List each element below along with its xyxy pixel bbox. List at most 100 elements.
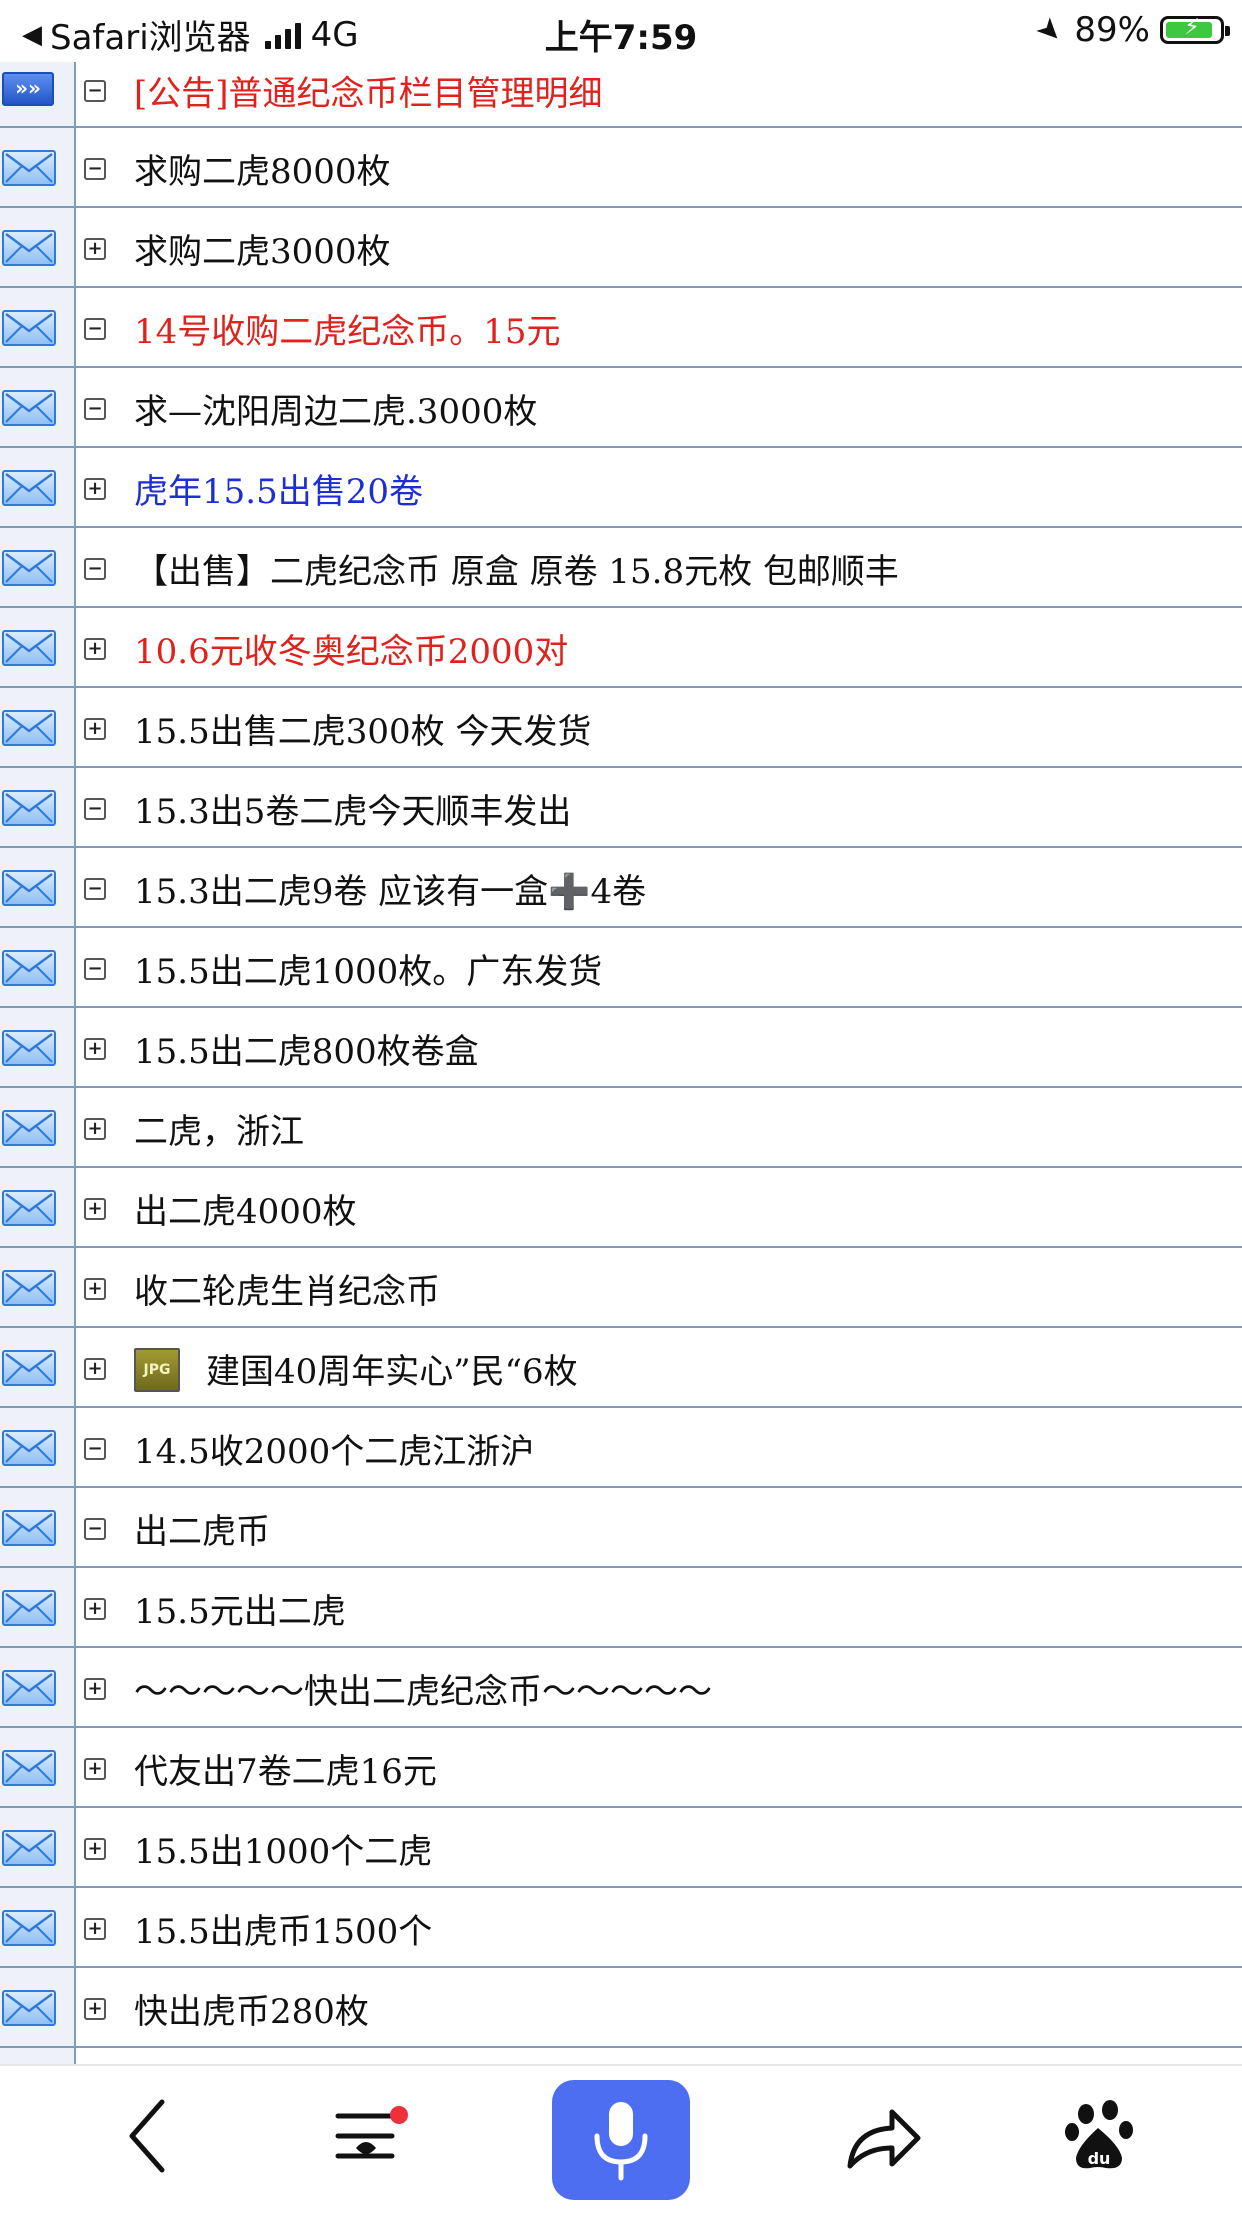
mail-icon	[2, 1430, 56, 1466]
thread-row[interactable]: − 求购二虎8000枚	[0, 128, 1242, 208]
thread-row[interactable]: − 14.5收2000个二虎江浙沪	[0, 1408, 1242, 1488]
baidu-paw-icon: du	[1065, 2100, 1133, 2169]
expand-icon[interactable]: +	[84, 1358, 106, 1380]
thread-row[interactable]: − 15.3出二虎9卷 应该有一盒➕4卷	[0, 848, 1242, 928]
announcement-title[interactable]: [公告]普通纪念币栏目管理明细	[134, 66, 603, 115]
thread-title[interactable]: 出二虎币	[134, 1504, 270, 1553]
thread-title[interactable]: 15.5元出二虎	[134, 1584, 346, 1633]
thread-title[interactable]: 二虎，浙江	[134, 1104, 304, 1153]
mail-icon	[2, 390, 56, 426]
thread-title[interactable]: ～～～～～快出二虎纪念币～～～～～	[134, 1664, 712, 1713]
mail-icon	[2, 1990, 56, 2026]
mail-icon	[2, 1510, 56, 1546]
thread-title[interactable]: 求购二虎8000枚	[134, 144, 391, 193]
share-button[interactable]	[830, 2066, 930, 2210]
notification-dot	[390, 2106, 408, 2124]
thread-row[interactable]: + 虎年15.5出售20卷	[0, 448, 1242, 528]
expand-icon[interactable]: +	[84, 238, 106, 260]
collapse-icon[interactable]: −	[84, 80, 106, 102]
mail-icon	[2, 1590, 56, 1626]
thread-title[interactable]: 出二虎4000枚	[134, 1184, 357, 1233]
thread-row[interactable]: + 代友出7卷二虎16元	[0, 1728, 1242, 1808]
thread-row[interactable]: − 【出售】二虎纪念币 原盒 原卷 15.8元枚 包邮顺丰	[0, 528, 1242, 608]
thread-row[interactable]: + ～～～～～快出二虎纪念币～～～～～	[0, 1648, 1242, 1728]
collapse-icon[interactable]: −	[84, 558, 106, 580]
collapse-icon[interactable]: −	[84, 878, 106, 900]
collapse-icon[interactable]: −	[84, 1518, 106, 1540]
thread-row[interactable]: +15.5出售二虎300枚 今天发货	[0, 688, 1242, 768]
thread-title[interactable]: 15.5出1000个二虎	[134, 1824, 432, 1873]
thread-title[interactable]: 15.5出售二虎300枚 今天发货	[134, 704, 591, 753]
thread-row[interactable]: + 收二轮虎生肖纪念币	[0, 1248, 1242, 1328]
thread-row[interactable]: +15.5出1000个二虎	[0, 1808, 1242, 1888]
expand-icon[interactable]: +	[84, 718, 106, 740]
thread-row[interactable]: + JPG 建国40周年实心”民“6枚	[0, 1328, 1242, 1408]
baidu-button[interactable]: du	[1050, 2066, 1150, 2210]
collapse-icon[interactable]: −	[84, 958, 106, 980]
expand-more-icon[interactable]: »»	[2, 72, 54, 106]
thread-title[interactable]: 收二轮虎生肖纪念币	[134, 1264, 440, 1313]
expand-icon[interactable]: +	[84, 1678, 106, 1700]
expand-icon[interactable]: +	[84, 638, 106, 660]
thread-row[interactable]: + 二虎，浙江	[0, 1088, 1242, 1168]
jpg-attachment-icon: JPG	[134, 1348, 180, 1392]
menu-button[interactable]	[320, 2066, 420, 2210]
collapse-icon[interactable]: −	[84, 158, 106, 180]
thread-title[interactable]: 虎年15.5出售20卷	[134, 464, 423, 513]
thread-title[interactable]: 【出售】二虎纪念币 原盒 原卷 15.8元枚 包邮顺丰	[134, 544, 899, 593]
collapse-icon[interactable]: −	[84, 798, 106, 820]
thread-title[interactable]: 快出虎币280枚	[134, 1984, 369, 2033]
mail-icon	[2, 1190, 56, 1226]
thread-title[interactable]: 14号收购二虎纪念币。15元	[134, 304, 561, 353]
mail-icon	[2, 1670, 56, 1706]
thread-title[interactable]: 15.5出虎币1500个	[134, 1904, 432, 1953]
thread-row[interactable]: +10.6元收冬奥纪念币2000对	[0, 608, 1242, 688]
voice-search-button[interactable]	[552, 2080, 690, 2200]
expand-icon[interactable]: +	[84, 1758, 106, 1780]
thread-title[interactable]: 15.5出二虎1000枚。广东发货	[134, 944, 602, 993]
expand-icon[interactable]: +	[84, 1118, 106, 1140]
thread-title[interactable]: 代友出7卷二虎16元	[134, 1744, 437, 1793]
thread-title[interactable]: 10.6元收冬奥纪念币2000对	[134, 624, 568, 673]
menu-icon	[335, 2113, 395, 2159]
back-arrow-icon	[129, 2099, 165, 2173]
mail-icon	[2, 710, 56, 746]
thread-row[interactable]: +15.5元出二虎	[0, 1568, 1242, 1648]
expand-icon[interactable]: +	[84, 1278, 106, 1300]
expand-icon[interactable]: +	[84, 1838, 106, 1860]
expand-icon[interactable]: +	[84, 478, 106, 500]
thread-row[interactable]: + 出二虎4000枚	[0, 1168, 1242, 1248]
thread-row[interactable]: − 14号收购二虎纪念币。15元	[0, 288, 1242, 368]
mail-icon	[2, 310, 56, 346]
thread-title[interactable]: 建国40周年实心”民“6枚	[206, 1344, 578, 1393]
collapse-icon[interactable]: −	[84, 318, 106, 340]
thread-title[interactable]: 求购二虎3000枚	[134, 224, 391, 273]
mail-icon	[2, 230, 56, 266]
back-button[interactable]	[110, 2066, 190, 2210]
thread-row[interactable]: +15.5出二虎800枚卷盒	[0, 1008, 1242, 1088]
thread-row[interactable]: − 出二虎币	[0, 1488, 1242, 1568]
thread-title[interactable]: 14.5收2000个二虎江浙沪	[134, 1424, 534, 1473]
mail-icon	[2, 1270, 56, 1306]
thread-row[interactable]: + 快出虎币280枚	[0, 1968, 1242, 2048]
expand-icon[interactable]: +	[84, 1918, 106, 1940]
thread-title[interactable]: 求—沈阳周边二虎.3000枚	[134, 384, 537, 433]
thread-row[interactable]: − 15.5出二虎1000枚。广东发货	[0, 928, 1242, 1008]
expand-icon[interactable]: +	[84, 1998, 106, 2020]
thread-row[interactable]: +15.5出虎币1500个	[0, 1888, 1242, 1968]
thread-row[interactable]: − 15.3出5卷二虎今天顺丰发出	[0, 768, 1242, 848]
thread-row[interactable]: +15出二虎6000个	[0, 2048, 1242, 2064]
expand-icon[interactable]: +	[84, 1038, 106, 1060]
thread-title[interactable]: 15.5出二虎800枚卷盒	[134, 1024, 479, 1073]
collapse-icon[interactable]: −	[84, 1438, 106, 1460]
collapse-icon[interactable]: −	[84, 398, 106, 420]
thread-row[interactable]: − 求—沈阳周边二虎.3000枚	[0, 368, 1242, 448]
thread-title[interactable]: 15.3出二虎9卷 应该有一盒➕4卷	[134, 864, 646, 913]
expand-icon[interactable]: +	[84, 1198, 106, 1220]
mail-icon	[2, 1110, 56, 1146]
expand-icon[interactable]: +	[84, 1598, 106, 1620]
announcement-row[interactable]: »» − [公告]普通纪念币栏目管理明细	[0, 62, 1242, 128]
thread-title[interactable]: 15.3出5卷二虎今天顺丰发出	[134, 784, 571, 833]
mail-icon	[2, 550, 56, 586]
thread-row[interactable]: + 求购二虎3000枚	[0, 208, 1242, 288]
